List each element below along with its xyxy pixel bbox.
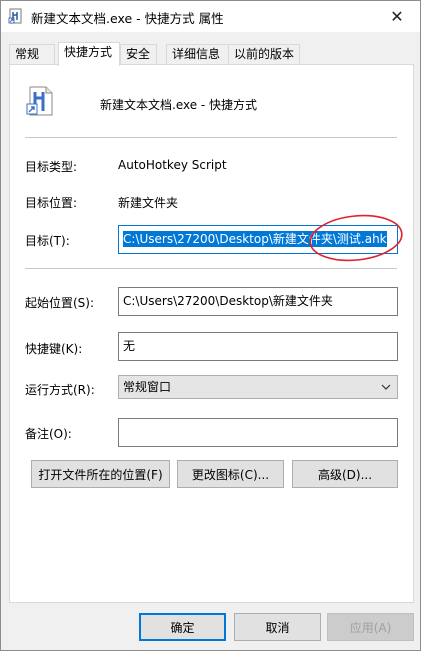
hotkey-label: 快捷键(K):: [25, 342, 83, 356]
title-bar: 新建文本文档.exe - 快捷方式 属性 ✕: [1, 1, 420, 32]
change-icon-button[interactable]: 更改图标(C)...: [177, 460, 284, 488]
advanced-button[interactable]: 高级(D)...: [292, 460, 398, 488]
target-input[interactable]: C:\Users\27200\Desktop\新建文件夹\测试.ahk: [118, 225, 398, 254]
ok-button[interactable]: 确定: [139, 613, 226, 641]
cancel-button[interactable]: 取消: [234, 613, 321, 641]
separator: [25, 268, 397, 269]
tab-strip: 常规 快捷方式 安全 详细信息 以前的版本: [9, 42, 414, 66]
tab-shortcut[interactable]: 快捷方式: [58, 42, 120, 66]
shortcut-panel: 新建文本文档.exe - 快捷方式 目标类型: AutoHotkey Scrip…: [9, 64, 414, 603]
chevron-down-icon: [381, 384, 391, 390]
separator: [25, 137, 397, 138]
apply-button[interactable]: 应用(A): [327, 613, 414, 641]
open-file-location-button[interactable]: 打开文件所在的位置(F): [31, 460, 170, 488]
shortcut-file-icon: [8, 8, 22, 24]
tab-details[interactable]: 详细信息: [166, 44, 229, 65]
autohotkey-file-icon: [26, 86, 53, 116]
window-title: 新建文本文档.exe - 快捷方式 属性: [31, 11, 224, 26]
target-label: 目标(T):: [25, 234, 70, 248]
tab-previous-versions[interactable]: 以前的版本: [228, 44, 300, 65]
shortcut-name: 新建文本文档.exe - 快捷方式: [100, 98, 258, 112]
run-select-value: 常规窗口: [123, 380, 172, 394]
hotkey-input[interactable]: 无: [118, 332, 398, 361]
target-location-value: 新建文件夹: [118, 196, 179, 210]
close-icon: ✕: [390, 7, 404, 26]
tab-general[interactable]: 常规: [9, 44, 55, 65]
run-label: 运行方式(R):: [25, 383, 95, 397]
comment-label: 备注(O):: [25, 427, 72, 441]
run-select[interactable]: 常规窗口: [118, 375, 398, 399]
target-type-label: 目标类型:: [25, 160, 78, 174]
close-button[interactable]: ✕: [374, 1, 420, 32]
target-input-text: C:\Users\27200\Desktop\新建文件夹\测试.ahk: [123, 231, 387, 247]
start-in-label: 起始位置(S):: [25, 296, 95, 310]
comment-input[interactable]: [118, 418, 398, 447]
target-location-label: 目标位置:: [25, 196, 78, 210]
start-in-input[interactable]: C:\Users\27200\Desktop\新建文件夹: [118, 287, 398, 316]
properties-dialog: 新建文本文档.exe - 快捷方式 属性 ✕ 常规 快捷方式 安全 详细信息 以…: [0, 0, 421, 651]
tab-security[interactable]: 安全: [120, 44, 157, 65]
target-type-value: AutoHotkey Script: [118, 158, 227, 172]
